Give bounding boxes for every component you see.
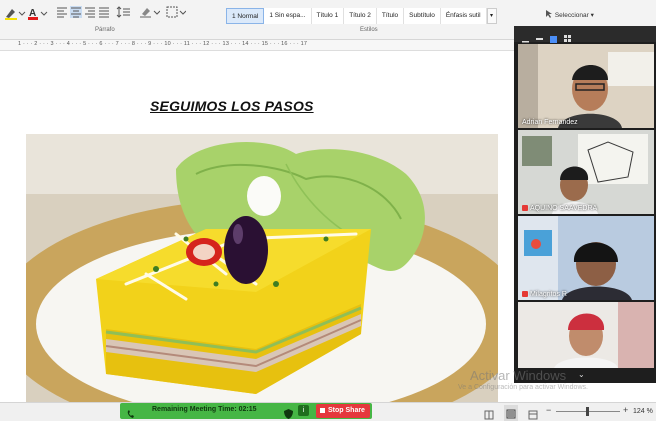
stop-share-button[interactable]: Stop Share — [316, 404, 370, 418]
phone-icon[interactable] — [126, 406, 135, 421]
participant-video — [518, 216, 654, 300]
style-heading-1[interactable]: Título 1 — [311, 8, 345, 24]
participant-video — [518, 302, 654, 368]
horizontal-ruler[interactable]: 1 · · · 2 · · · 3 · · · 4 · · · 5 · · · … — [0, 40, 514, 51]
justify-icon[interactable] — [98, 6, 110, 20]
zoom-participants-panel: Adrian Fernandez AQUINO SAAVEDRA Milagri… — [514, 26, 656, 383]
zoom-percentage[interactable]: 124 % — [633, 408, 653, 415]
stop-icon — [320, 408, 325, 413]
align-center-icon[interactable] — [70, 6, 82, 20]
participant-tile[interactable]: Adrian Fernandez — [518, 44, 654, 128]
zoom-out-button[interactable]: − — [546, 405, 551, 415]
causa-limena-photo[interactable] — [26, 134, 498, 404]
participant-video — [518, 44, 654, 128]
participant-video — [518, 130, 654, 214]
mic-muted-icon — [522, 205, 528, 211]
document-page[interactable]: SEGUIMOS LOS PASOS — [0, 52, 514, 404]
page-title: SEGUIMOS LOS PASOS — [150, 98, 314, 114]
participant-name: Adrian Fernandez — [522, 119, 578, 126]
group-label-styles: Estilos — [360, 27, 378, 33]
participant-tile[interactable]: AQUINO SAAVEDRA — [518, 130, 654, 214]
zoom-meeting-bar: Remaining Meeting Time: 02:15 i Stop Sha… — [120, 403, 372, 419]
select-button[interactable]: Seleccionar ▾ — [545, 10, 594, 19]
activation-watermark-title: Activar Windows — [470, 368, 567, 383]
ribbon-toolbar-row: A 1 Normal 1 Sin espa... Título 1 Título… — [0, 4, 656, 24]
style-no-spacing[interactable]: 1 Sin espa... — [264, 8, 312, 24]
style-title[interactable]: Título — [376, 8, 405, 24]
style-normal[interactable]: 1 Normal — [226, 8, 265, 24]
style-subtle-emphasis[interactable]: Énfasis sutil — [440, 8, 487, 24]
shading-icon[interactable] — [140, 6, 161, 20]
styles-scroll-button[interactable]: ▾ — [486, 8, 497, 24]
style-heading-2[interactable]: Título 2 — [344, 8, 377, 24]
style-subtitle[interactable]: Subtítulo — [404, 8, 441, 24]
chevron-down-icon[interactable]: ⌄ — [578, 370, 585, 379]
ruler-numbers: 1 · · · 2 · · · 3 · · · 4 · · · 5 · · · … — [18, 41, 308, 47]
remaining-time-label: Remaining Meeting Time: 02:15 — [152, 406, 257, 413]
activation-watermark-subtitle: Ve a Configuración para activar Windows. — [458, 384, 588, 391]
participant-name: AQUINO SAAVEDRA — [522, 205, 597, 212]
print-layout-icon[interactable] — [504, 405, 518, 421]
mic-muted-icon — [522, 291, 528, 297]
minimize-icon[interactable] — [522, 30, 529, 43]
styles-gallery: 1 Normal 1 Sin espa... Título 1 Título 2… — [226, 8, 497, 24]
gallery-view-icon[interactable] — [564, 30, 571, 42]
zoom-slider-thumb[interactable] — [586, 407, 589, 416]
align-right-icon[interactable] — [84, 6, 96, 20]
zoom-in-button[interactable]: + — [623, 405, 628, 415]
participant-tile[interactable] — [518, 302, 654, 368]
collapse-icon[interactable] — [536, 30, 543, 40]
participant-tile[interactable]: Milagritos R — [518, 216, 654, 300]
participant-name: Milagritos R — [522, 291, 567, 298]
font-color-icon[interactable]: A — [28, 6, 50, 20]
borders-icon[interactable] — [166, 6, 187, 20]
align-left-icon[interactable] — [56, 6, 68, 20]
web-layout-icon[interactable] — [528, 407, 538, 421]
select-label: Seleccionar — [554, 12, 589, 19]
read-mode-icon[interactable] — [484, 407, 494, 421]
cursor-icon — [546, 10, 552, 18]
speaker-view-icon[interactable] — [550, 30, 557, 43]
info-icon[interactable]: i — [298, 405, 309, 416]
line-spacing-icon[interactable] — [114, 6, 132, 20]
group-label-paragraph: Párrafo — [95, 27, 115, 33]
shield-icon[interactable] — [284, 406, 293, 421]
highlight-color-icon[interactable] — [4, 6, 26, 20]
zoom-panel-header — [514, 26, 656, 43]
